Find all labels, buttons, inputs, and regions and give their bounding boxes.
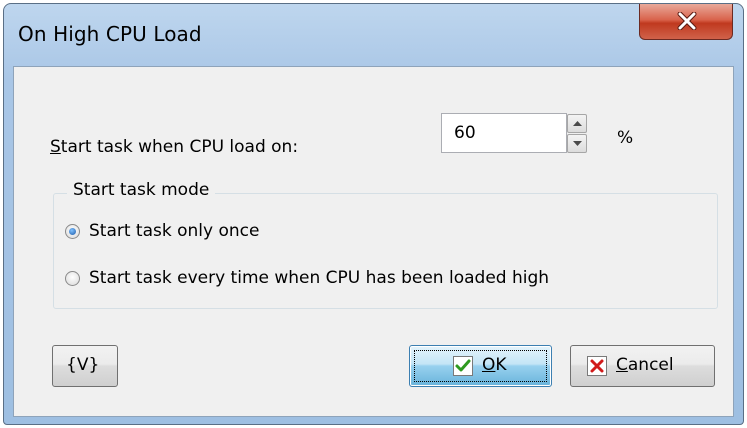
- ok-accesskey: O: [482, 355, 496, 375]
- ok-button[interactable]: OK: [409, 345, 552, 387]
- cpu-load-input[interactable]: 60: [441, 113, 567, 153]
- percent-unit: %: [617, 128, 634, 148]
- cpu-load-label: Start task when CPU load on:: [50, 137, 298, 157]
- radio-button-unselected[interactable]: [65, 271, 80, 286]
- spin-up-button[interactable]: [567, 114, 587, 133]
- cpu-load-value: 60: [454, 123, 476, 143]
- dialog-window: On High CPU Load Start task when CPU loa…: [3, 3, 744, 425]
- start-task-mode-group: [53, 193, 718, 309]
- cpu-load-label-accesskey: S: [50, 137, 61, 157]
- window-title: On High CPU Load: [18, 22, 202, 46]
- radio-button-selected[interactable]: [65, 224, 80, 239]
- start-task-mode-label: Start task mode: [67, 180, 216, 200]
- cancel-accesskey: C: [616, 355, 628, 375]
- cancel-button-label: Cancel: [616, 355, 674, 375]
- spin-down-button[interactable]: [567, 134, 587, 153]
- ok-button-label: OK: [482, 355, 507, 375]
- cancel-button[interactable]: Cancel: [570, 345, 715, 387]
- cpu-load-label-text: tart task when CPU load on:: [60, 137, 299, 157]
- variables-button-label: {V}: [66, 355, 100, 375]
- dialog-client-area: Start task when CPU load on: 60 % Start …: [13, 66, 734, 417]
- spin-down-arrow-icon: [573, 141, 582, 146]
- close-icon: [677, 12, 697, 30]
- check-icon: [453, 356, 473, 376]
- title-bar[interactable]: On High CPU Load: [4, 4, 743, 66]
- focus-rectangle: [414, 350, 547, 382]
- radio-start-every-time-label: Start task every time when CPU has been …: [89, 268, 550, 288]
- x-mark-icon: [587, 356, 607, 376]
- ok-rest: K: [495, 355, 507, 375]
- variables-button[interactable]: {V}: [52, 345, 118, 387]
- radio-dot: [69, 228, 76, 235]
- close-button[interactable]: [639, 4, 733, 40]
- spin-up-arrow-icon: [573, 121, 582, 126]
- radio-start-once-label: Start task only once: [89, 221, 260, 241]
- cancel-rest: ancel: [627, 355, 674, 375]
